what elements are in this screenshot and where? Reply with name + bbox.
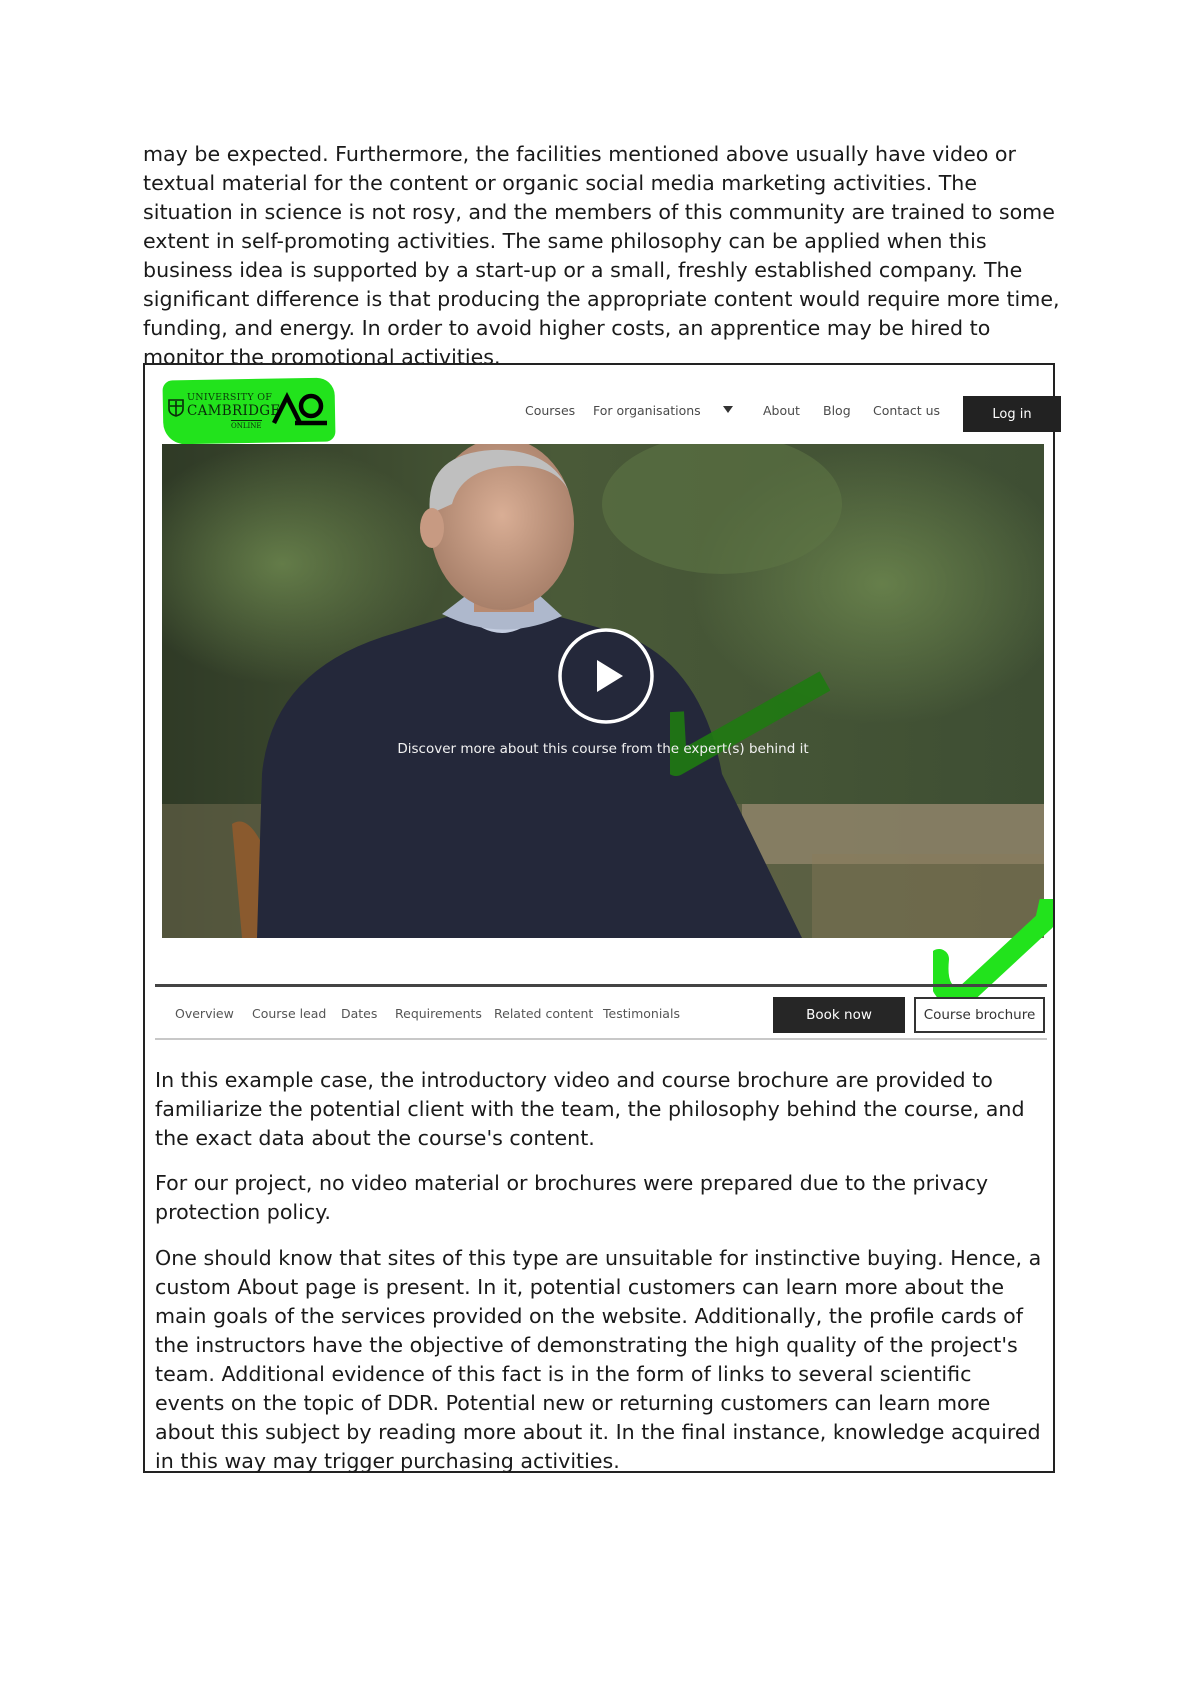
login-button[interactable]: Log in [963,396,1061,432]
tab-overview[interactable]: Overview [175,1006,234,1021]
body-paragraph: In this example case, the introductory v… [155,1068,1025,1150]
logo-text-cambridge: CAMBRIDGE [187,403,281,419]
nav-contact-us[interactable]: Contact us [873,403,940,418]
chevron-down-icon[interactable] [723,406,733,413]
tab-requirements[interactable]: Requirements [395,1006,482,1021]
checkmark-annotation-icon [670,671,830,776]
tab-testimonials[interactable]: Testimonials [603,1006,680,1021]
course-video[interactable]: Discover more about this course from the… [162,444,1044,938]
figure-frame: UNIVERSITY OF CAMBRIDGE ONLINE Courses F… [143,363,1061,1473]
site-header: UNIVERSITY OF CAMBRIDGE ONLINE Courses F… [159,377,1061,448]
nav-about[interactable]: About [763,403,800,418]
tab-related-content[interactable]: Related content [494,1006,593,1021]
course-brochure-button[interactable]: Course brochure [914,997,1045,1033]
tabs-divider-top [155,984,1047,987]
logo-text-online: ONLINE [231,420,262,430]
book-now-button[interactable]: Book now [773,997,905,1033]
checkmark-annotation-icon [933,899,1053,1008]
tabs-divider-bottom [155,1038,1047,1040]
nav-blog[interactable]: Blog [823,403,851,418]
play-icon[interactable] [557,627,655,725]
tab-dates[interactable]: Dates [341,1006,377,1021]
nav-courses[interactable]: Courses [525,403,575,418]
body-paragraph: One should know that sites of this type … [155,1246,1042,1473]
tab-course-lead[interactable]: Course lead [252,1006,326,1021]
ao-logo-icon[interactable] [271,389,327,429]
intro-paragraph: may be expected. Furthermore, the facili… [143,142,1060,369]
video-caption: Discover more about this course from the… [397,741,809,757]
nav-for-organisations[interactable]: For organisations [593,403,701,418]
logo-text-university: UNIVERSITY OF [187,392,273,403]
body-paragraph: For our project, no video material or br… [155,1171,989,1224]
shield-icon [168,399,184,417]
